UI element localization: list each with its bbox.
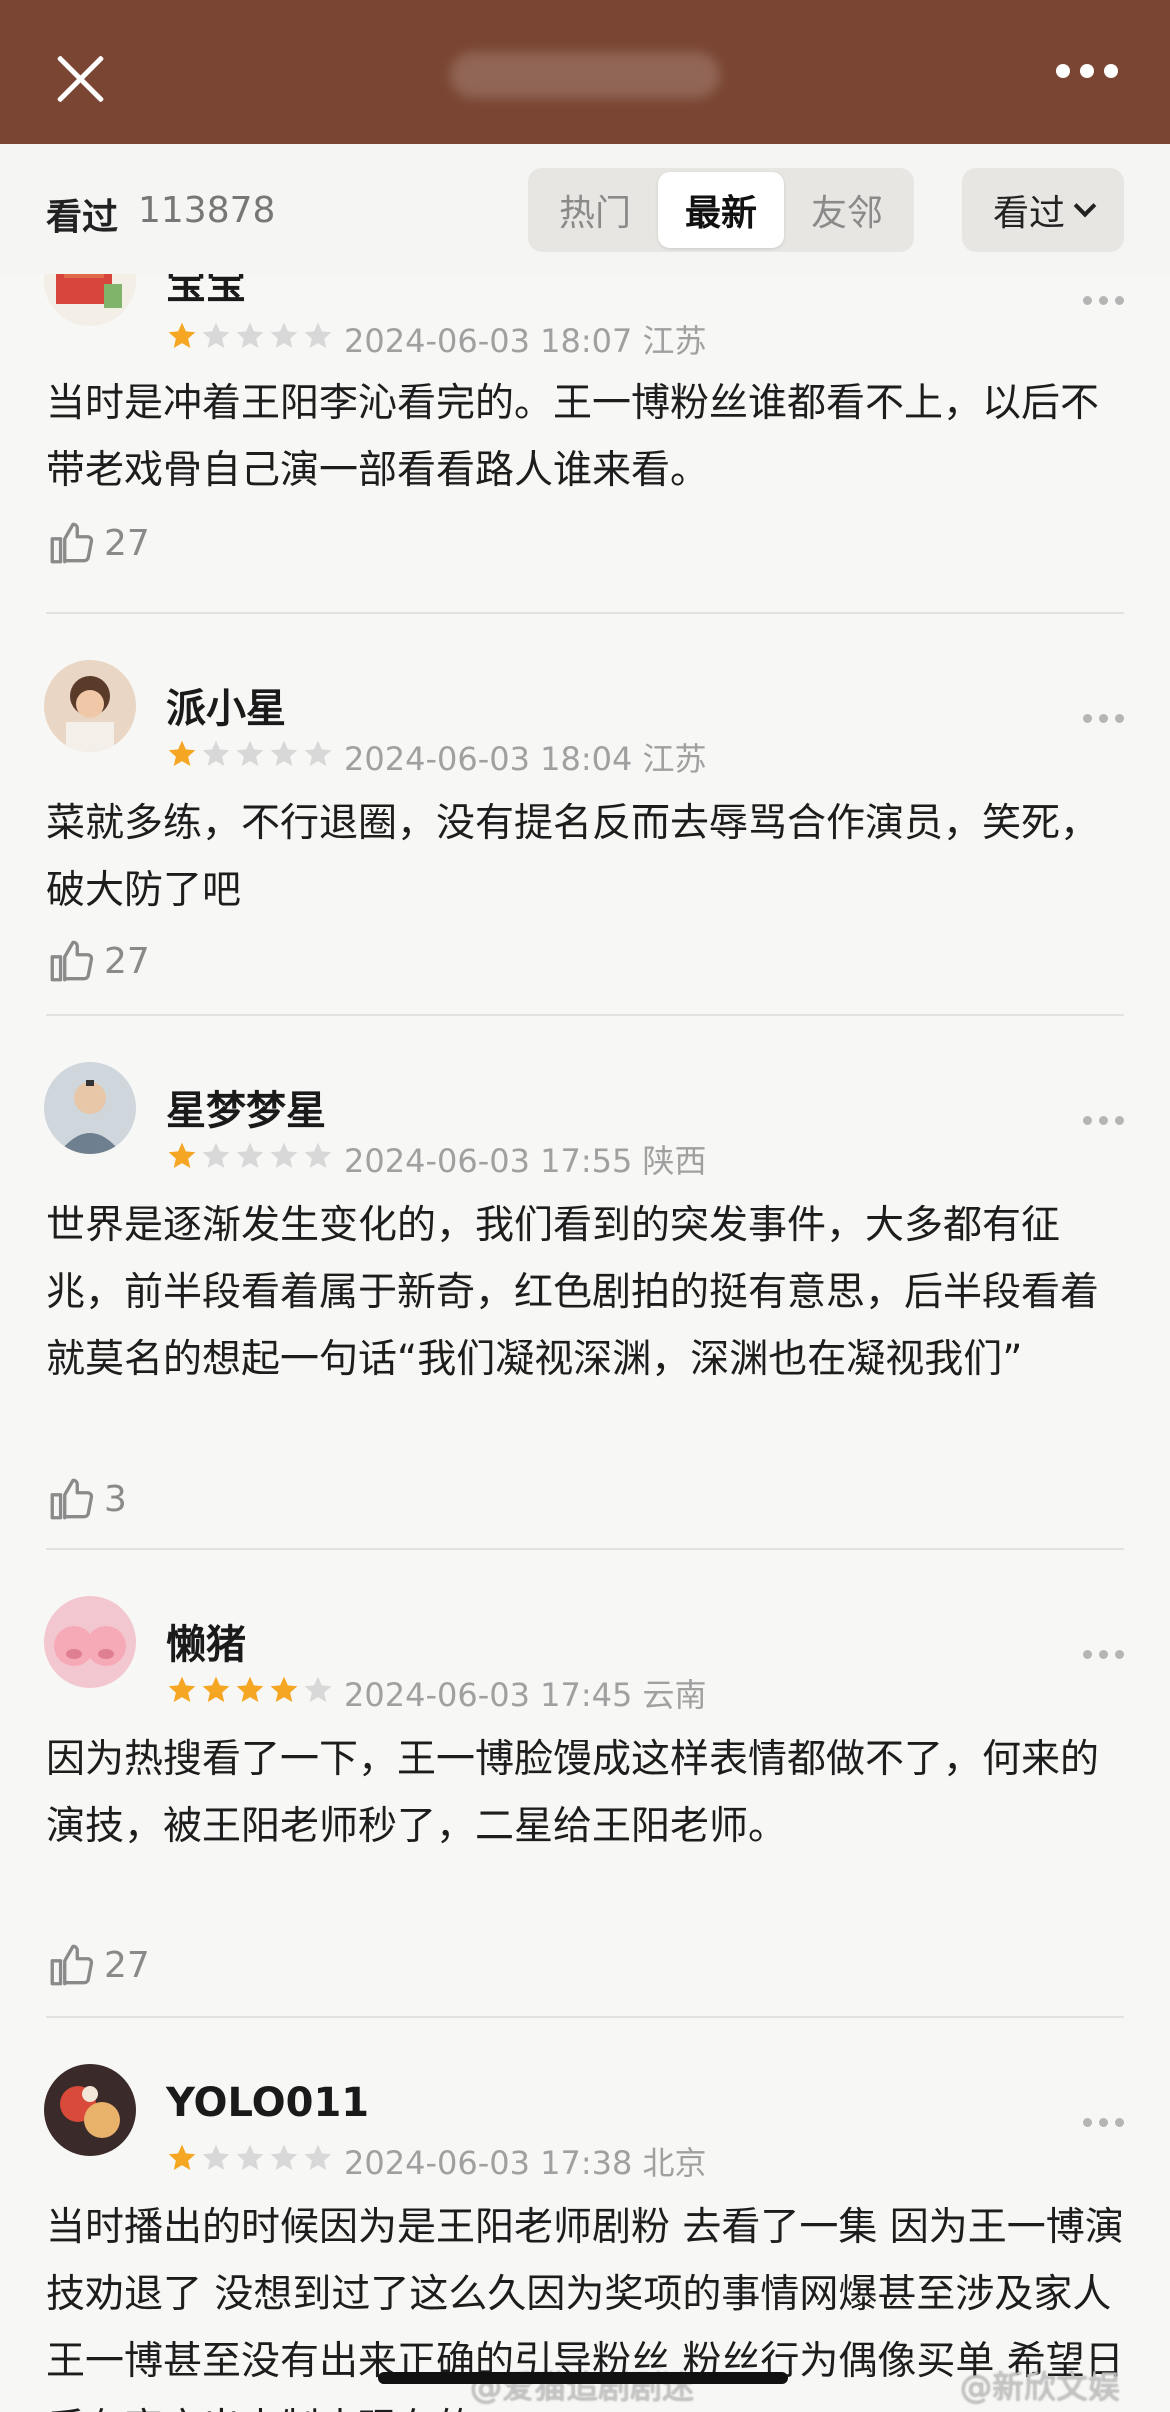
username[interactable]: YOLO011	[166, 2080, 369, 2126]
more-options-icon[interactable]	[1056, 64, 1118, 78]
star-filled-icon	[270, 1676, 298, 1702]
like-count: 27	[104, 1944, 150, 1986]
star-empty-icon	[202, 2144, 230, 2170]
like-button[interactable]: 27	[46, 936, 150, 986]
star-empty-icon	[270, 740, 298, 766]
top-bar	[0, 0, 1170, 144]
thumbs-up-icon	[50, 940, 94, 982]
thumbs-up-icon	[50, 522, 94, 564]
review-location: 北京	[642, 2144, 707, 2182]
seen-dropdown[interactable]: 看过	[962, 168, 1124, 252]
like-button[interactable]: 3	[46, 1474, 127, 1524]
username[interactable]: 派小星	[166, 676, 286, 734]
review-feed: 宝宝 2024-06-03 18:07 江苏 当时是冲着王阳李沁看完的。王一博粉…	[0, 274, 1170, 2412]
star-empty-icon	[202, 322, 230, 348]
like-button[interactable]: 27	[46, 1940, 150, 1990]
username[interactable]: 懒猪	[166, 1612, 246, 1670]
review-meta: 2024-06-03 18:04 江苏	[344, 734, 707, 780]
review-text: 当时是冲着王阳李沁看完的。王一博粉丝谁都看不上，以后不带老戏骨自己演一部看看路人…	[46, 381, 1100, 493]
rating-stars	[166, 1140, 334, 1172]
review-meta: 2024-06-03 17:45 云南	[344, 1670, 707, 1716]
thumbs-up-icon	[50, 1478, 94, 1520]
star-empty-icon	[270, 2144, 298, 2170]
star-filled-icon	[168, 322, 196, 348]
rating-stars	[166, 1674, 334, 1706]
tab-hot[interactable]: 热门	[532, 172, 658, 248]
review-text: 菜就多练，不行退圈，没有提名反而去辱骂合作演员，笑死，破大防了吧	[46, 801, 1100, 913]
review-item: 星梦梦星 2024-06-03 17:55 陕西 世界是逐渐发生变化的，我们看到…	[0, 1016, 1170, 1550]
star-filled-icon	[168, 1142, 196, 1168]
review-item: 派小星 2024-06-03 18:04 江苏 菜就多练，不行退圈，没有提名反而…	[0, 614, 1170, 1016]
star-filled-icon	[168, 1676, 196, 1702]
review-text: 世界是逐渐发生变化的，我们看到的突发事件，大多都有征兆，前半段看着属于新奇，红色…	[46, 1203, 1100, 1382]
star-empty-icon	[304, 2144, 332, 2170]
more-icon[interactable]	[1083, 714, 1124, 723]
review-meta: 2024-06-03 17:55 陕西	[344, 1136, 707, 1182]
review-item: 宝宝 2024-06-03 18:07 江苏 当时是冲着王阳李沁看完的。王一博粉…	[0, 274, 1170, 614]
star-filled-icon	[168, 2144, 196, 2170]
star-empty-icon	[202, 1142, 230, 1168]
sort-segmented-control: 热门 最新 友邻	[528, 168, 914, 252]
review-location: 云南	[642, 1676, 707, 1714]
more-icon[interactable]	[1083, 2118, 1124, 2127]
rating-stars	[166, 320, 334, 352]
more-icon[interactable]	[1083, 1116, 1124, 1125]
star-empty-icon	[304, 1676, 332, 1702]
review-item: YOLO011 2024-06-03 17:38 北京 当时播出的时候因为是王阳…	[0, 2018, 1170, 2412]
thumbs-up-icon	[50, 1944, 94, 1986]
star-empty-icon	[202, 740, 230, 766]
like-count: 3	[104, 1478, 127, 1520]
like-count: 27	[104, 522, 150, 564]
review-time: 2024-06-03 18:07	[344, 322, 633, 360]
star-empty-icon	[236, 2144, 264, 2170]
like-button[interactable]: 27	[46, 518, 150, 568]
rating-stars	[166, 2142, 334, 2174]
review-item: 懒猪 2024-06-03 17:45 云南 因为热搜看了一下，王一博脸馒成这样…	[0, 1550, 1170, 2018]
star-filled-icon	[202, 1676, 230, 1702]
star-filled-icon	[236, 1676, 264, 1702]
filter-bar: 看过 113878 热门 最新 友邻 看过	[0, 144, 1170, 274]
avatar[interactable]	[44, 1062, 136, 1154]
close-icon[interactable]	[52, 50, 108, 106]
star-filled-icon	[168, 740, 196, 766]
star-empty-icon	[304, 322, 332, 348]
review-location: 陕西	[642, 1142, 707, 1180]
star-empty-icon	[236, 740, 264, 766]
username[interactable]: 星梦梦星	[166, 1078, 326, 1136]
star-empty-icon	[270, 322, 298, 348]
review-time: 2024-06-03 17:38	[344, 2144, 633, 2182]
seen-dropdown-label: 看过	[992, 193, 1065, 234]
review-time: 2024-06-03 18:04	[344, 740, 633, 778]
avatar[interactable]	[44, 1596, 136, 1688]
review-meta: 2024-06-03 18:07 江苏	[344, 316, 707, 362]
avatar[interactable]	[44, 660, 136, 752]
watermark-right: @新欣文娱	[960, 2368, 1121, 2406]
chevron-down-icon	[1073, 194, 1097, 218]
review-meta: 2024-06-03 17:38 北京	[344, 2138, 707, 2184]
more-icon[interactable]	[1083, 296, 1124, 305]
star-empty-icon	[236, 1142, 264, 1168]
tab-latest[interactable]: 最新	[658, 172, 784, 248]
star-empty-icon	[304, 740, 332, 766]
star-empty-icon	[304, 1142, 332, 1168]
like-count: 27	[104, 940, 150, 982]
review-time: 2024-06-03 17:45	[344, 1676, 633, 1714]
star-empty-icon	[270, 1142, 298, 1168]
avatar[interactable]	[44, 274, 136, 326]
seen-label: 看过	[46, 197, 119, 238]
review-location: 江苏	[642, 322, 707, 360]
review-text: 因为热搜看了一下，王一博脸馒成这样表情都做不了，何来的演技，被王阳老师秒了，二星…	[46, 1737, 1100, 1849]
watermark-left: @爱猫追剧剧迷	[470, 2368, 695, 2406]
rating-stars	[166, 738, 334, 770]
seen-count: 113878	[138, 190, 276, 231]
home-indicator	[378, 2372, 788, 2384]
more-icon[interactable]	[1083, 1650, 1124, 1659]
blurred-title	[450, 52, 720, 98]
avatar[interactable]	[44, 2064, 136, 2156]
review-time: 2024-06-03 17:55	[344, 1142, 633, 1180]
star-empty-icon	[236, 322, 264, 348]
review-location: 江苏	[642, 740, 707, 778]
username[interactable]: 宝宝	[166, 274, 246, 310]
tab-friends[interactable]: 友邻	[784, 172, 910, 248]
